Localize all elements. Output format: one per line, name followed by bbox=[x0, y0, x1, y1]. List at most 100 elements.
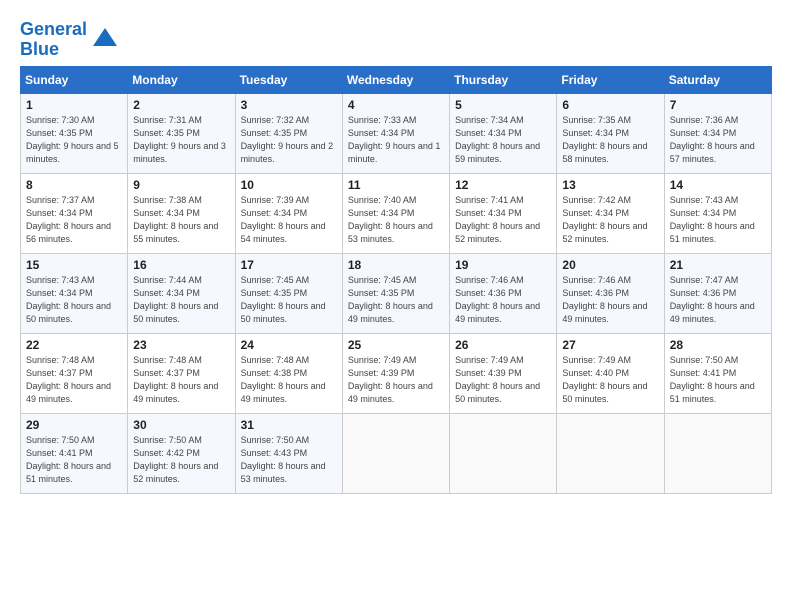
header: General Blue bbox=[20, 16, 772, 60]
calendar-cell: 10 Sunrise: 7:39 AMSunset: 4:34 PMDayligh… bbox=[235, 173, 342, 253]
day-info: Sunrise: 7:43 AMSunset: 4:34 PMDaylight:… bbox=[670, 194, 766, 246]
day-number: 4 bbox=[348, 98, 444, 112]
week-row-3: 15 Sunrise: 7:43 AMSunset: 4:34 PMDayligh… bbox=[21, 253, 772, 333]
day-info: Sunrise: 7:37 AMSunset: 4:34 PMDaylight:… bbox=[26, 194, 122, 246]
calendar-cell: 12Sunrise: 7:41 AMSunset: 4:34 PMDayligh… bbox=[450, 173, 557, 253]
calendar-table: SundayMondayTuesdayWednesdayThursdayFrid… bbox=[20, 66, 772, 494]
calendar-cell: 27 Sunrise: 7:49 AMSunset: 4:40 PMDayligh… bbox=[557, 333, 664, 413]
day-info: Sunrise: 7:49 AMSunset: 4:39 PMDaylight:… bbox=[455, 354, 551, 406]
day-number: 24 bbox=[241, 338, 337, 352]
calendar-cell: 30 Sunrise: 7:50 AMSunset: 4:42 PMDayligh… bbox=[128, 413, 235, 493]
week-row-5: 29 Sunrise: 7:50 AMSunset: 4:41 PMDayligh… bbox=[21, 413, 772, 493]
day-number: 30 bbox=[133, 418, 229, 432]
day-info: Sunrise: 7:31 AMSunset: 4:35 PMDaylight:… bbox=[133, 114, 229, 166]
calendar-cell: 26Sunrise: 7:49 AMSunset: 4:39 PMDayligh… bbox=[450, 333, 557, 413]
day-info: Sunrise: 7:38 AMSunset: 4:34 PMDaylight:… bbox=[133, 194, 229, 246]
calendar-cell: 11 Sunrise: 7:40 AMSunset: 4:34 PMDayligh… bbox=[342, 173, 449, 253]
calendar-cell: 21 Sunrise: 7:47 AMSunset: 4:36 PMDayligh… bbox=[664, 253, 771, 333]
weekday-header-sunday: Sunday bbox=[21, 66, 128, 93]
day-info: Sunrise: 7:42 AMSunset: 4:34 PMDaylight:… bbox=[562, 194, 658, 246]
weekday-header-tuesday: Tuesday bbox=[235, 66, 342, 93]
day-info: Sunrise: 7:50 AMSunset: 4:42 PMDaylight:… bbox=[133, 434, 229, 486]
day-info: Sunrise: 7:48 AMSunset: 4:38 PMDaylight:… bbox=[241, 354, 337, 406]
day-number: 27 bbox=[562, 338, 658, 352]
calendar-cell bbox=[557, 413, 664, 493]
calendar-page: General Blue SundayMondayTuesdayWednesda… bbox=[0, 0, 792, 612]
day-info: Sunrise: 7:39 AMSunset: 4:34 PMDaylight:… bbox=[241, 194, 337, 246]
day-info: Sunrise: 7:47 AMSunset: 4:36 PMDaylight:… bbox=[670, 274, 766, 326]
day-number: 1 bbox=[26, 98, 122, 112]
day-number: 12 bbox=[455, 178, 551, 192]
day-info: Sunrise: 7:34 AMSunset: 4:34 PMDaylight:… bbox=[455, 114, 551, 166]
calendar-cell: 23Sunrise: 7:48 AMSunset: 4:37 PMDayligh… bbox=[128, 333, 235, 413]
day-number: 21 bbox=[670, 258, 766, 272]
day-number: 22 bbox=[26, 338, 122, 352]
logo-blue: Blue bbox=[20, 39, 59, 59]
calendar-cell: 9 Sunrise: 7:38 AMSunset: 4:34 PMDaylight… bbox=[128, 173, 235, 253]
calendar-cell: 13 Sunrise: 7:42 AMSunset: 4:34 PMDayligh… bbox=[557, 173, 664, 253]
day-info: Sunrise: 7:35 AMSunset: 4:34 PMDaylight:… bbox=[562, 114, 658, 166]
day-number: 2 bbox=[133, 98, 229, 112]
week-row-2: 8Sunrise: 7:37 AMSunset: 4:34 PMDaylight… bbox=[21, 173, 772, 253]
day-info: Sunrise: 7:50 AMSunset: 4:43 PMDaylight:… bbox=[241, 434, 337, 486]
day-info: Sunrise: 7:48 AMSunset: 4:37 PMDaylight:… bbox=[133, 354, 229, 406]
calendar-cell: 28Sunrise: 7:50 AMSunset: 4:41 PMDayligh… bbox=[664, 333, 771, 413]
day-info: Sunrise: 7:49 AMSunset: 4:40 PMDaylight:… bbox=[562, 354, 658, 406]
calendar-cell: 25Sunrise: 7:49 AMSunset: 4:39 PMDayligh… bbox=[342, 333, 449, 413]
calendar-cell: 2 Sunrise: 7:31 AMSunset: 4:35 PMDaylight… bbox=[128, 93, 235, 173]
logo: General Blue bbox=[20, 20, 119, 60]
day-number: 9 bbox=[133, 178, 229, 192]
day-info: Sunrise: 7:40 AMSunset: 4:34 PMDaylight:… bbox=[348, 194, 444, 246]
week-row-1: 1 Sunrise: 7:30 AMSunset: 4:35 PMDaylight… bbox=[21, 93, 772, 173]
day-number: 7 bbox=[670, 98, 766, 112]
day-info: Sunrise: 7:33 AMSunset: 4:34 PMDaylight:… bbox=[348, 114, 444, 166]
day-number: 29 bbox=[26, 418, 122, 432]
day-info: Sunrise: 7:44 AMSunset: 4:34 PMDaylight:… bbox=[133, 274, 229, 326]
day-info: Sunrise: 7:43 AMSunset: 4:34 PMDaylight:… bbox=[26, 274, 122, 326]
day-info: Sunrise: 7:45 AMSunset: 4:35 PMDaylight:… bbox=[348, 274, 444, 326]
calendar-cell: 15 Sunrise: 7:43 AMSunset: 4:34 PMDayligh… bbox=[21, 253, 128, 333]
day-info: Sunrise: 7:50 AMSunset: 4:41 PMDaylight:… bbox=[26, 434, 122, 486]
day-number: 10 bbox=[241, 178, 337, 192]
day-number: 16 bbox=[133, 258, 229, 272]
day-number: 19 bbox=[455, 258, 551, 272]
calendar-cell: 7Sunrise: 7:36 AMSunset: 4:34 PMDaylight… bbox=[664, 93, 771, 173]
day-number: 18 bbox=[348, 258, 444, 272]
calendar-cell: 1 Sunrise: 7:30 AMSunset: 4:35 PMDaylight… bbox=[21, 93, 128, 173]
calendar-cell bbox=[450, 413, 557, 493]
calendar-cell: 5 Sunrise: 7:34 AMSunset: 4:34 PMDaylight… bbox=[450, 93, 557, 173]
calendar-cell: 16 Sunrise: 7:44 AMSunset: 4:34 PMDayligh… bbox=[128, 253, 235, 333]
day-info: Sunrise: 7:49 AMSunset: 4:39 PMDaylight:… bbox=[348, 354, 444, 406]
calendar-cell: 17 Sunrise: 7:45 AMSunset: 4:35 PMDayligh… bbox=[235, 253, 342, 333]
day-number: 5 bbox=[455, 98, 551, 112]
day-number: 13 bbox=[562, 178, 658, 192]
calendar-cell: 14Sunrise: 7:43 AMSunset: 4:34 PMDayligh… bbox=[664, 173, 771, 253]
day-number: 11 bbox=[348, 178, 444, 192]
weekday-header-monday: Monday bbox=[128, 66, 235, 93]
calendar-cell: 6Sunrise: 7:35 AMSunset: 4:34 PMDaylight… bbox=[557, 93, 664, 173]
calendar-cell bbox=[342, 413, 449, 493]
week-row-4: 22 Sunrise: 7:48 AMSunset: 4:37 PMDayligh… bbox=[21, 333, 772, 413]
day-number: 3 bbox=[241, 98, 337, 112]
day-info: Sunrise: 7:32 AMSunset: 4:35 PMDaylight:… bbox=[241, 114, 337, 166]
day-number: 15 bbox=[26, 258, 122, 272]
calendar-cell: 4 Sunrise: 7:33 AMSunset: 4:34 PMDaylight… bbox=[342, 93, 449, 173]
day-info: Sunrise: 7:30 AMSunset: 4:35 PMDaylight:… bbox=[26, 114, 122, 166]
weekday-header-thursday: Thursday bbox=[450, 66, 557, 93]
day-info: Sunrise: 7:46 AMSunset: 4:36 PMDaylight:… bbox=[455, 274, 551, 326]
weekday-header-wednesday: Wednesday bbox=[342, 66, 449, 93]
weekday-header-friday: Friday bbox=[557, 66, 664, 93]
day-info: Sunrise: 7:48 AMSunset: 4:37 PMDaylight:… bbox=[26, 354, 122, 406]
logo-icon bbox=[91, 26, 119, 54]
calendar-cell: 8Sunrise: 7:37 AMSunset: 4:34 PMDaylight… bbox=[21, 173, 128, 253]
day-number: 17 bbox=[241, 258, 337, 272]
calendar-cell: 29 Sunrise: 7:50 AMSunset: 4:41 PMDayligh… bbox=[21, 413, 128, 493]
weekday-header-row: SundayMondayTuesdayWednesdayThursdayFrid… bbox=[21, 66, 772, 93]
calendar-cell bbox=[664, 413, 771, 493]
weekday-header-saturday: Saturday bbox=[664, 66, 771, 93]
day-info: Sunrise: 7:50 AMSunset: 4:41 PMDaylight:… bbox=[670, 354, 766, 406]
calendar-cell: 31Sunrise: 7:50 AMSunset: 4:43 PMDayligh… bbox=[235, 413, 342, 493]
logo-general: General bbox=[20, 19, 87, 39]
day-info: Sunrise: 7:45 AMSunset: 4:35 PMDaylight:… bbox=[241, 274, 337, 326]
calendar-cell: 18 Sunrise: 7:45 AMSunset: 4:35 PMDayligh… bbox=[342, 253, 449, 333]
